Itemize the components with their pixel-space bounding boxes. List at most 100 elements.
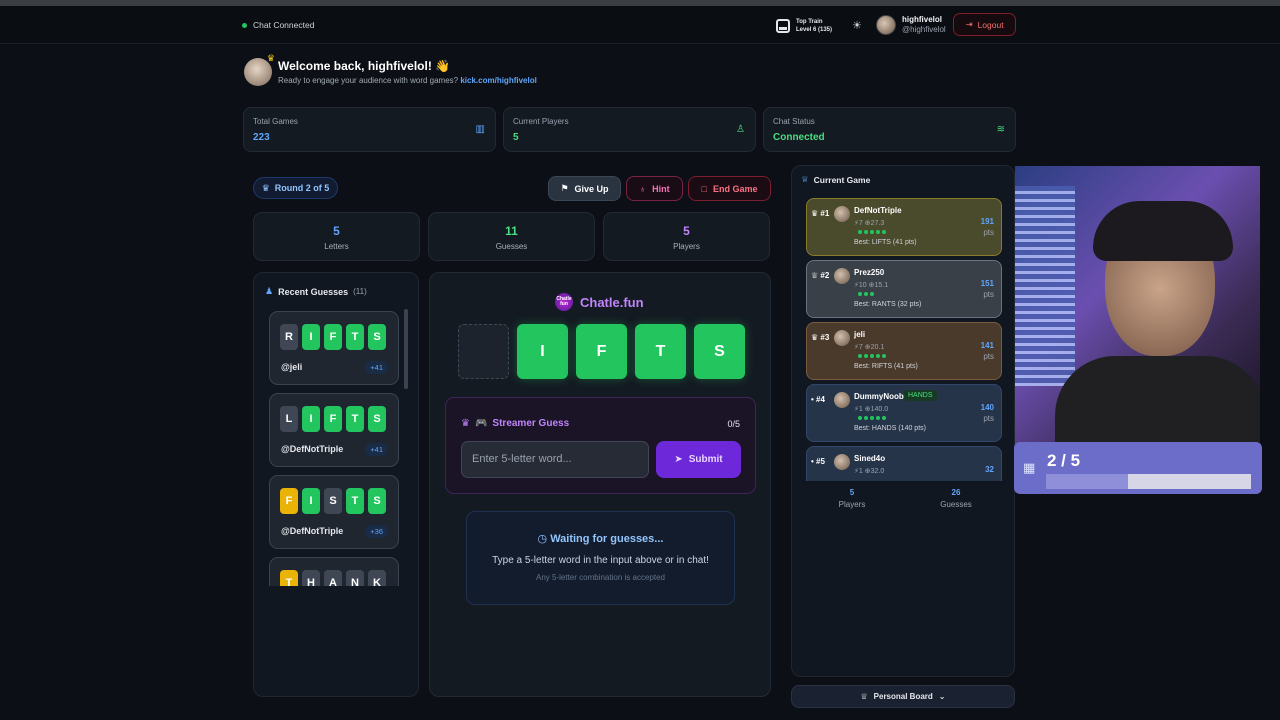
goal-progress-track	[1046, 474, 1251, 489]
player-score: 140 pts	[981, 402, 994, 424]
guess-card: F I S T S @DefNotTriple +36	[269, 475, 399, 549]
letter-tile: I	[302, 406, 320, 432]
waiting-panel: ◷ Waiting for guesses... Type a 5-letter…	[466, 511, 735, 605]
stat-label: Current Players	[513, 117, 569, 126]
top-train-badge[interactable]: Top Train Level 6 (135)	[776, 18, 832, 34]
guess-tiles: LIFTS	[280, 406, 386, 432]
player-best: Best: RIFTS (41 pts)	[854, 363, 918, 370]
chatle-logo-icon: Chatle fun	[555, 293, 573, 311]
guess-card: R I F T S @jeli +41	[269, 311, 399, 385]
word-input[interactable]: Enter 5-letter word...	[461, 441, 649, 478]
hint-label: Hint	[652, 183, 670, 194]
guess-points-badge: +41	[365, 443, 388, 456]
trophy-icon: ♕	[860, 692, 868, 701]
channel-link[interactable]: kick.com/highfivelol	[460, 76, 536, 85]
answer-tile: I	[517, 324, 568, 379]
hint-button[interactable]: ♁ Hint	[626, 176, 683, 201]
letter-tile: T	[346, 406, 364, 432]
goal-widget: ▦ 2 / 5	[1014, 442, 1262, 494]
player-progress-dots	[858, 354, 886, 358]
rank: #1	[820, 209, 830, 218]
personal-board-button[interactable]: ♕ Personal Board ⌄	[791, 685, 1015, 708]
welcome-header: ♛ Welcome back, highfivelol! 👋 Ready to …	[244, 53, 537, 86]
stat-label: Total Games	[253, 117, 298, 126]
leaderboard-row[interactable]: • #4 DummyNoob HANDS ⚡1 ⊕140.0 Best: HANDS (…	[806, 384, 1002, 442]
letter-tile: I	[302, 488, 320, 514]
streamer-guess-title: Streamer Guess	[492, 418, 570, 429]
player-name: DefNotTriple	[854, 206, 902, 215]
scrollbar[interactable]	[404, 309, 408, 389]
rank: #3	[820, 333, 830, 342]
leaderboard-list[interactable]: ♛ #1 DefNotTriple ⚡7 ⊕27.3 Best: LIFTS (41 …	[804, 198, 1004, 481]
mini-stat-players: 5 Players	[603, 212, 770, 261]
rank-icon: •	[811, 395, 814, 404]
score-unit: pts	[983, 228, 994, 237]
logout-button[interactable]: ⇥ Logout	[953, 13, 1016, 36]
train-icon	[776, 19, 790, 33]
player-score: 191 pts	[981, 216, 994, 238]
guess-points-badge: +36	[365, 525, 388, 538]
train-level: Level 6 (135)	[796, 27, 833, 33]
goal-progress-fill	[1046, 474, 1128, 489]
footer-players-value: 5	[849, 488, 855, 497]
give-up-button[interactable]: ⚑ Give Up	[548, 176, 621, 201]
goal-value: 2 / 5	[1047, 451, 1081, 470]
leaderboard-row[interactable]: ♛ #1 DefNotTriple ⚡7 ⊕27.3 Best: LIFTS (41 …	[806, 198, 1002, 256]
recent-guesses-count: (11)	[353, 287, 367, 296]
stat-current-players: Current Players 5 ♙	[503, 107, 756, 152]
theme-toggle-sun-icon[interactable]: ☀	[852, 19, 862, 32]
letter-tile: T	[346, 488, 364, 514]
streamer-guess-count: 0/5	[727, 419, 740, 429]
stat-label: Chat Status	[773, 117, 815, 126]
round-badge: ♛ Round 2 of 5	[253, 177, 338, 199]
guess-user: @jeli	[281, 362, 303, 372]
recent-guesses-list[interactable]: R I F T S @jeli +41 L I F T S @DefNotTriple +41 F I S T S @…	[269, 311, 404, 586]
player-name: jeli	[854, 330, 866, 339]
answer-tile: T	[635, 324, 686, 379]
username: highfivelol	[902, 15, 942, 24]
rank-icon: ♛	[811, 333, 819, 342]
answer-tile	[458, 324, 509, 379]
leaderboard-row[interactable]: • #5 Sined4o ⚡1 ⊕32.0 32	[806, 446, 1002, 481]
letter-tile: N	[346, 570, 364, 586]
letter-tile: I	[302, 324, 320, 350]
send-icon: ➤	[674, 454, 683, 465]
current-game-title: Current Game	[813, 174, 871, 185]
waiting-title: Waiting for guesses...	[550, 533, 664, 545]
rank-icon: ♛	[811, 209, 819, 218]
footer-players-label: Players	[838, 500, 866, 509]
player-name: Sined4o	[854, 454, 886, 463]
trophy-icon: ♕	[801, 174, 809, 184]
round-label: Round 2 of 5	[274, 183, 330, 193]
user-profile[interactable]: highfivelol @highfivelol	[876, 15, 946, 35]
stat-total-games: Total Games 223 ▥	[243, 107, 496, 152]
wifi-icon: ≋	[996, 124, 1005, 135]
letter-tile: F	[324, 324, 342, 350]
users-icon: ♟	[265, 286, 274, 296]
player-meta: ⚡1 ⊕32.0	[854, 468, 885, 475]
mini-stat-label: Guesses	[495, 242, 528, 251]
current-game-header: ♕ Current Game	[801, 174, 870, 185]
streamer-guess-panel: ♛ 🎮 Streamer Guess 0/5 Enter 5-letter wo…	[445, 397, 756, 494]
mini-stat-letters: 5 Letters	[253, 212, 420, 261]
rank: #5	[816, 457, 825, 466]
end-game-button[interactable]: □ End Game	[688, 176, 771, 201]
recent-guesses-panel: ♟ Recent Guesses (11) R I F T S @jeli +41 L I F T S…	[253, 272, 419, 697]
letter-tile: T	[280, 570, 298, 586]
submit-button[interactable]: ➤ Submit	[656, 441, 741, 478]
score-unit: pts	[983, 414, 994, 423]
letter-tile: S	[368, 488, 386, 514]
player-score: 32	[985, 464, 994, 475]
user-handle: @highfivelol	[902, 25, 946, 34]
leaderboard-row[interactable]: ♛ #3 jeli ⚡7 ⊕20.1 Best: RIFTS (41 pts) 141 p…	[806, 322, 1002, 380]
guess-card: THANK	[269, 557, 399, 586]
status-dot-icon	[242, 22, 247, 28]
letter-tile: S	[324, 488, 342, 514]
player-score: 151 pts	[981, 278, 994, 300]
letter-tile: H	[302, 570, 320, 586]
leaderboard-row[interactable]: ♕ #2 Prez250 ⚡10 ⊕15.1 Best: RANTS (32 pts)…	[806, 260, 1002, 318]
rank: #4	[816, 395, 825, 404]
personal-board-label: Personal Board	[873, 692, 933, 701]
game-board-panel: Chatle fun Chatle.fun IFTS ♛ 🎮 Streamer …	[429, 272, 771, 697]
letter-tile: K	[368, 570, 386, 586]
